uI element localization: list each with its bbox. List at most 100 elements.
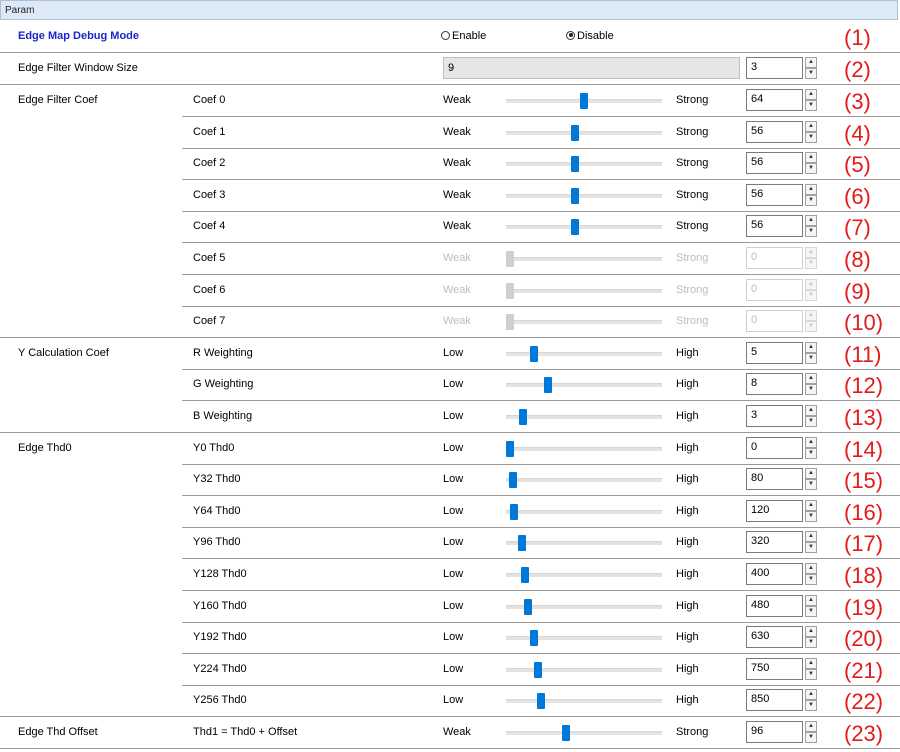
value-spinbox[interactable]: 400 ▲ ▼ (746, 563, 818, 585)
spin-down-icon[interactable]: ▼ (805, 194, 817, 206)
slider-thumb[interactable] (571, 156, 579, 173)
slider-track[interactable] (506, 472, 662, 489)
spin-down-icon[interactable]: ▼ (805, 447, 817, 459)
spin-value[interactable]: 80 (746, 468, 803, 491)
spin-value[interactable]: 64 (746, 89, 803, 111)
window-size-spinbox[interactable]: 3 ▲ ▼ (746, 57, 818, 79)
value-spinbox[interactable]: 56 ▲ ▼ (746, 183, 818, 206)
spin-down-icon[interactable]: ▼ (805, 605, 817, 617)
slider-track[interactable] (506, 725, 662, 741)
spin-down-icon[interactable]: ▼ (805, 668, 817, 680)
slider-thumb[interactable] (537, 693, 545, 710)
spin-value[interactable]: 3 (746, 405, 803, 427)
slider-track[interactable] (506, 567, 662, 583)
spin-down-icon[interactable]: ▼ (805, 384, 817, 396)
value-spinbox[interactable]: 3 ▲ ▼ (746, 405, 818, 427)
spin-up-icon[interactable]: ▲ (805, 689, 817, 701)
spin-up-icon[interactable]: ▲ (805, 626, 817, 638)
spin-down-icon[interactable]: ▼ (805, 68, 817, 79)
value-spinbox[interactable]: 0 ▲ ▼ (746, 436, 818, 459)
slider-thumb[interactable] (571, 124, 579, 141)
spin-down-icon[interactable]: ▼ (805, 542, 817, 554)
spin-up-icon[interactable]: ▲ (805, 120, 817, 132)
spin-up-icon[interactable]: ▲ (805, 657, 817, 669)
slider-thumb[interactable] (562, 725, 570, 741)
spin-up-icon[interactable]: ▲ (805, 152, 817, 164)
spin-up-icon[interactable]: ▲ (805, 341, 817, 353)
slider-track[interactable] (506, 187, 662, 204)
slider-track[interactable] (506, 661, 662, 678)
spin-down-icon[interactable]: ▼ (805, 637, 817, 649)
spin-up-icon[interactable]: ▲ (805, 531, 817, 543)
spin-down-icon[interactable]: ▼ (805, 416, 817, 427)
spin-value[interactable]: 56 (746, 152, 803, 175)
slider-track[interactable] (506, 598, 662, 615)
slider-track[interactable] (506, 219, 662, 236)
value-spinbox[interactable]: 630 ▲ ▼ (746, 626, 818, 649)
slider-thumb[interactable] (521, 567, 529, 583)
slider-track[interactable] (506, 409, 662, 425)
spin-value[interactable]: 320 (746, 531, 803, 554)
window-size-spin-value[interactable]: 3 (746, 57, 803, 79)
slider-thumb[interactable] (518, 535, 526, 552)
spin-up-icon[interactable]: ▲ (805, 563, 817, 574)
value-spinbox[interactable]: 96 ▲ ▼ (746, 721, 818, 743)
value-spinbox[interactable]: 56 ▲ ▼ (746, 120, 818, 143)
value-spinbox[interactable]: 80 ▲ ▼ (746, 468, 818, 491)
value-spinbox[interactable]: 8 ▲ ▼ (746, 373, 818, 396)
spin-value[interactable]: 120 (746, 499, 803, 522)
spin-down-icon[interactable]: ▼ (805, 700, 817, 712)
value-spinbox[interactable]: 5 ▲ ▼ (746, 341, 818, 364)
slider-track[interactable] (506, 156, 662, 173)
spin-down-icon[interactable]: ▼ (805, 510, 817, 522)
spin-value[interactable]: 5 (746, 341, 803, 364)
spin-value[interactable]: 96 (746, 721, 803, 743)
slider-track[interactable] (506, 503, 662, 520)
spin-down-icon[interactable]: ▼ (805, 574, 817, 585)
slider-thumb[interactable] (544, 377, 552, 394)
slider-thumb[interactable] (506, 440, 514, 457)
spin-up-icon[interactable]: ▲ (805, 57, 817, 68)
spin-value[interactable]: 400 (746, 563, 803, 585)
spin-up-icon[interactable]: ▲ (805, 468, 817, 480)
slider-track[interactable] (506, 345, 662, 362)
spin-value[interactable]: 8 (746, 373, 803, 396)
value-spinbox[interactable]: 56 ▲ ▼ (746, 215, 818, 238)
spin-up-icon[interactable]: ▲ (805, 405, 817, 416)
value-spinbox[interactable]: 480 ▲ ▼ (746, 594, 818, 617)
spin-value[interactable]: 56 (746, 183, 803, 206)
slider-thumb[interactable] (534, 661, 542, 678)
slider-track[interactable] (506, 693, 662, 710)
slider-thumb[interactable] (509, 472, 517, 489)
spin-up-icon[interactable]: ▲ (805, 436, 817, 448)
value-spinbox[interactable]: 850 ▲ ▼ (746, 689, 818, 712)
spin-value[interactable]: 850 (746, 689, 803, 712)
slider-track[interactable] (506, 440, 662, 457)
slider-thumb[interactable] (510, 503, 518, 520)
window-size-dropdown[interactable]: 9 ⌄ (443, 57, 740, 79)
slider-track[interactable] (506, 377, 662, 394)
spin-down-icon[interactable]: ▼ (805, 352, 817, 364)
spin-down-icon[interactable]: ▼ (805, 226, 817, 238)
slider-thumb[interactable] (580, 93, 588, 109)
slider-thumb[interactable] (519, 409, 527, 425)
spin-value[interactable]: 630 (746, 626, 803, 649)
slider-track[interactable] (506, 535, 662, 552)
spin-up-icon[interactable]: ▲ (805, 721, 817, 732)
spin-value[interactable]: 0 (746, 436, 803, 459)
spin-value[interactable]: 750 (746, 657, 803, 680)
value-spinbox[interactable]: 120 ▲ ▼ (746, 499, 818, 522)
spin-value[interactable]: 480 (746, 594, 803, 617)
spin-up-icon[interactable]: ▲ (805, 89, 817, 100)
spin-up-icon[interactable]: ▲ (805, 594, 817, 606)
spin-down-icon[interactable]: ▼ (805, 100, 817, 111)
spin-up-icon[interactable]: ▲ (805, 215, 817, 227)
slider-track[interactable] (506, 630, 662, 647)
slider-thumb[interactable] (571, 219, 579, 236)
spin-value[interactable]: 56 (746, 215, 803, 238)
spin-up-icon[interactable]: ▲ (805, 183, 817, 195)
slider-track[interactable] (506, 124, 662, 141)
slider-thumb[interactable] (571, 187, 579, 204)
spin-down-icon[interactable]: ▼ (805, 479, 817, 491)
value-spinbox[interactable]: 750 ▲ ▼ (746, 657, 818, 680)
